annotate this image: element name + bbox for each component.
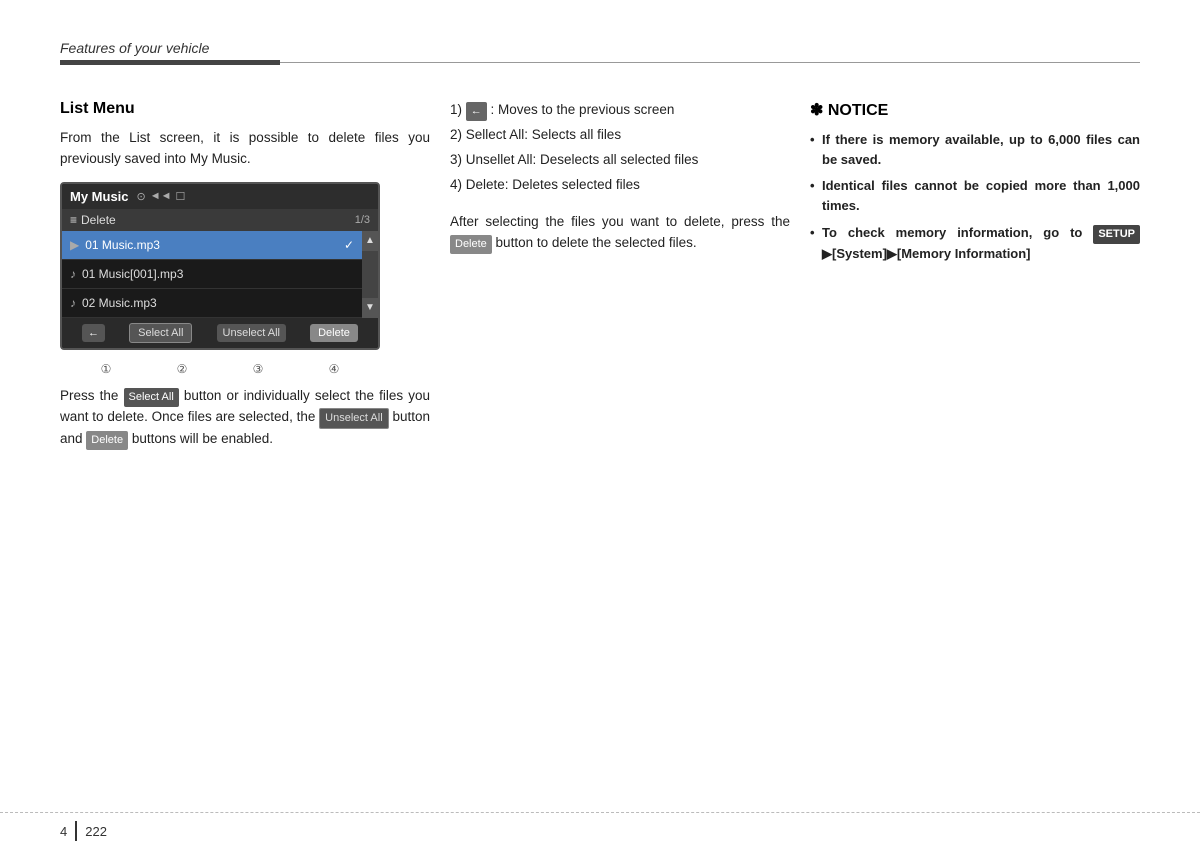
page-divider: [75, 821, 77, 841]
numbered-list: 1) ← : Moves to the previous screen 2) S…: [450, 100, 790, 196]
mid-column: 1) ← : Moves to the previous screen 2) S…: [450, 100, 810, 781]
header-title: Features of your vehicle: [60, 40, 1140, 56]
audio-icon: ◄◄: [150, 190, 172, 202]
page-number: 4 222: [60, 821, 107, 841]
notice-item-2: Identical files cannot be copied more th…: [810, 176, 1140, 216]
header-divider: [60, 60, 1140, 65]
ui-file-list: ▶ 01 Music.mp3 ✓ ♪ 01 Music[001].mp3: [62, 231, 362, 318]
page-footer: 4 222: [0, 812, 1200, 841]
label-1: ①: [101, 362, 112, 376]
ui-mockup-header: My Music ⊙ ◄◄ ☐: [62, 184, 378, 209]
notice-item-3: To check memory information, go to SETUP…: [810, 223, 1140, 264]
ui-page-num: 1/3: [355, 214, 370, 226]
notice-title: ✽ NOTICE: [810, 100, 1140, 120]
list-item: ▶ 01 Music.mp3 ✓: [62, 231, 362, 260]
list-item: ♪ 01 Music[001].mp3: [62, 260, 362, 289]
section-number: 4: [60, 824, 67, 839]
file-name-3: 02 Music.mp3: [82, 296, 157, 310]
ui-header-icons: ⊙ ◄◄ ☐: [137, 190, 186, 203]
unselect-all-inline-btn: Unselect All: [319, 408, 388, 429]
label-4: ④: [329, 362, 340, 376]
ui-header-left: My Music ⊙ ◄◄ ☐: [70, 189, 185, 204]
main-content: List Menu From the List screen, it is po…: [60, 100, 1140, 781]
ui-delete-label: ≡ Delete: [70, 213, 116, 227]
label-3: ③: [253, 362, 264, 376]
back-button[interactable]: ←: [82, 324, 105, 342]
page-num-text: 222: [85, 824, 107, 839]
notice-list: If there is memory available, up to 6,00…: [810, 130, 1140, 264]
ui-mockup-title: My Music: [70, 189, 129, 204]
below-mockup-text: Press the Select All button or individua…: [60, 386, 430, 450]
delete-btn-inline: Delete: [450, 235, 492, 254]
right-column: ✽ NOTICE If there is memory available, u…: [810, 100, 1140, 781]
ui-footer: ← Select All Unselect All Delete: [62, 318, 378, 348]
play-icon: ▶: [70, 238, 79, 252]
music-icon: ♪: [70, 267, 76, 281]
setup-btn-inline: SETUP: [1093, 225, 1140, 244]
scroll-track: [362, 251, 378, 298]
unselect-all-button[interactable]: Unselect All: [217, 324, 286, 342]
below-text-4: buttons will be enabled.: [132, 431, 273, 446]
notice-item-1: If there is memory available, up to 6,00…: [810, 130, 1140, 170]
list-item-4: 4) Delete: Deletes selected files: [450, 175, 790, 196]
select-all-inline-btn: Select All: [124, 388, 179, 407]
ui-scrollbar: ▲ ▼: [362, 231, 378, 318]
list-icon: ≡: [70, 213, 77, 227]
file-name-2: 01 Music[001].mp3: [82, 267, 183, 281]
ui-list-area: ▶ 01 Music.mp3 ✓ ♪ 01 Music[001].mp3: [62, 231, 378, 318]
file-name-1: 01 Music.mp3: [85, 238, 160, 252]
music-icon-2: ♪: [70, 296, 76, 310]
label-2: ②: [177, 362, 188, 376]
select-all-button[interactable]: Select All: [129, 323, 192, 343]
list-item-2: 2) Sellect All: Selects all files: [450, 125, 790, 146]
mid-para: After selecting the files you want to de…: [450, 212, 790, 254]
section-title: List Menu: [60, 100, 430, 118]
below-text-1: Press the: [60, 388, 118, 403]
ui-mockup: My Music ⊙ ◄◄ ☐ ≡ Delete 1/3: [60, 182, 380, 350]
source-icon: ☐: [176, 190, 186, 203]
list-item: ♪ 02 Music.mp3: [62, 289, 362, 318]
scroll-down-btn[interactable]: ▼: [362, 298, 378, 318]
scroll-up-btn[interactable]: ▲: [362, 231, 378, 251]
ui-labels: ① ② ③ ④: [60, 362, 380, 376]
list-item-1: 1) ← : Moves to the previous screen: [450, 100, 790, 121]
page-header: Features of your vehicle: [60, 40, 1140, 65]
left-column: List Menu From the List screen, it is po…: [60, 100, 450, 781]
settings-icon: ⊙: [137, 190, 146, 203]
delete-button[interactable]: Delete: [310, 324, 358, 342]
back-icon-inline: ←: [466, 102, 487, 121]
intro-text: From the List screen, it is possible to …: [60, 128, 430, 170]
check-icon: ✓: [344, 238, 354, 252]
list-item-3: 3) Unsellet All: Deselects all selected …: [450, 150, 790, 171]
delete-inline-btn: Delete: [86, 431, 128, 450]
ui-subheader: ≡ Delete 1/3: [62, 209, 378, 231]
